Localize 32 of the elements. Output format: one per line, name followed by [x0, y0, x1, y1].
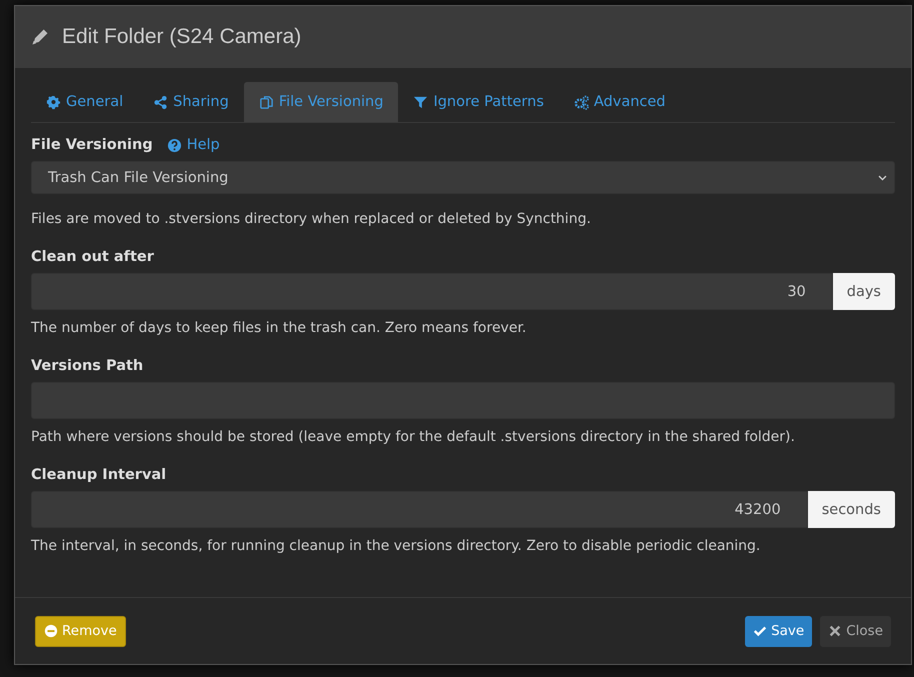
- help-text: The number of days to keep files in the trash can. Zero means forever.: [31, 320, 528, 336]
- copy-icon: [258, 94, 274, 110]
- help-text: Path where versions should be stored (leave empty for the default .stversions directory in the shared folder).: [31, 429, 796, 445]
- input-field[interactable]: 43200: [31, 491, 808, 528]
- unit-label: days: [832, 273, 895, 310]
- filter-icon: [413, 94, 428, 110]
- dialog-title: Edit Folder (S24 Camera): [62, 25, 302, 49]
- tab[interactable]: Sharing: [138, 82, 244, 122]
- tab[interactable]: General: [31, 82, 138, 122]
- tab[interactable]: Ignore Patterns: [398, 82, 559, 122]
- gears-icon: [574, 94, 589, 110]
- minus-circle-icon: [44, 624, 58, 638]
- unit-label: seconds: [808, 491, 895, 528]
- field-label: Cleanup Interval: [31, 467, 168, 483]
- help-text: The interval, in seconds, for running cleanup in the versions directory. Zero to disable periodic cleaning.: [31, 538, 762, 554]
- share-icon: [153, 94, 168, 110]
- close-icon: [828, 624, 842, 638]
- tab[interactable]: Advanced: [558, 82, 681, 122]
- field-label: Versions Path: [31, 358, 144, 374]
- question-icon: [166, 138, 182, 153]
- tab[interactable]: File Versioning: [244, 82, 398, 122]
- field-label: Clean out after: [31, 249, 155, 265]
- help-link[interactable]: Help: [166, 137, 220, 154]
- save-button[interactable]: Save: [745, 616, 812, 646]
- gear-icon: [46, 94, 61, 110]
- versioning-select[interactable]: Trash Can File Versioning: [31, 161, 895, 194]
- pencil-icon: [30, 27, 50, 47]
- input-field[interactable]: 30: [31, 273, 833, 310]
- field-label: File Versioning: [31, 137, 153, 154]
- close-button[interactable]: Close: [820, 616, 891, 646]
- check-icon: [753, 624, 768, 638]
- help-text: Files are moved to .stversions directory when replaced or deleted by Syncthing.: [31, 211, 592, 227]
